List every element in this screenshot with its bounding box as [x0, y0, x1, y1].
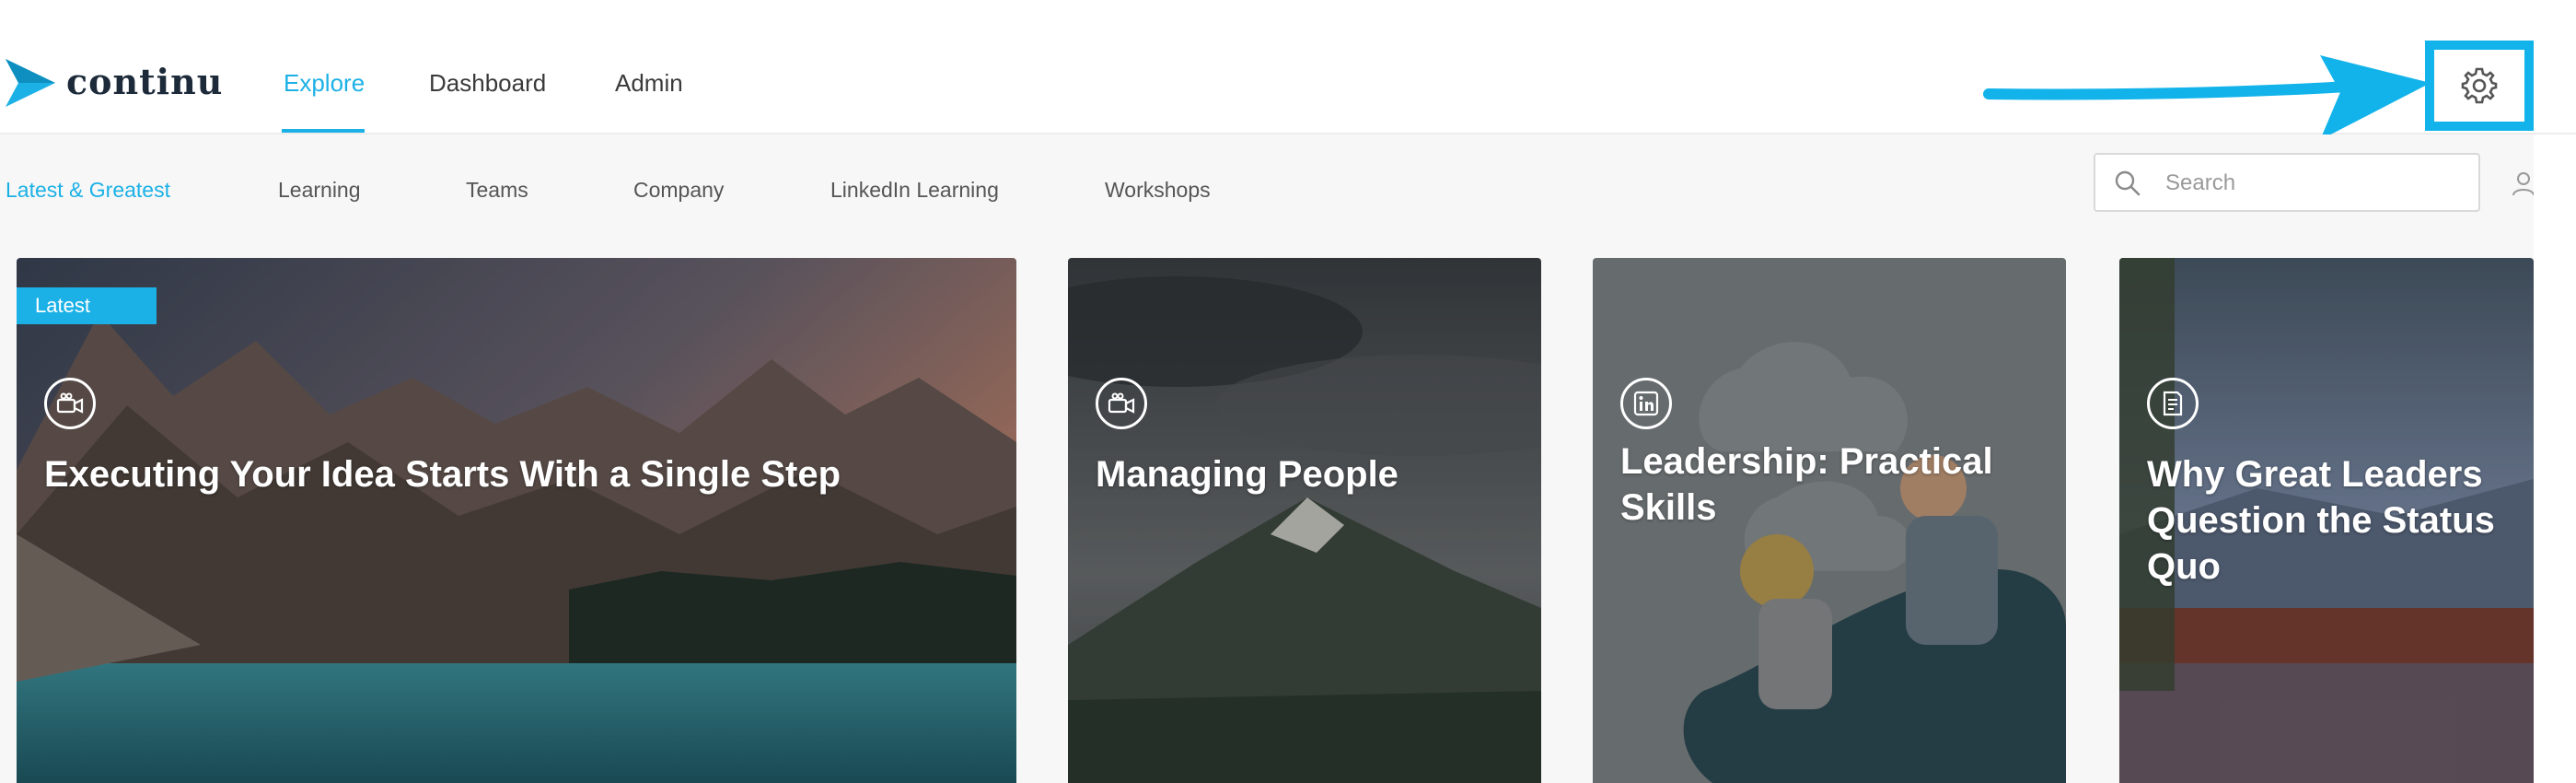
card-overlay	[1068, 258, 1541, 783]
linkedin-icon	[1620, 378, 1672, 429]
tab-workshops[interactable]: Workshops	[1105, 175, 1211, 205]
page-edge	[2534, 134, 2576, 783]
settings-button[interactable]	[2425, 41, 2534, 131]
gear-icon	[2461, 67, 2498, 104]
search-input[interactable]	[2164, 164, 2462, 203]
search-icon	[2115, 170, 2141, 196]
nav-admin[interactable]: Admin	[615, 64, 683, 101]
latest-badge: Latest	[17, 287, 157, 324]
active-nav-indicator	[282, 129, 365, 133]
app-logo[interactable]: continu	[6, 59, 222, 107]
video-icon	[1096, 378, 1147, 429]
card-overlay	[17, 258, 1016, 783]
card-title: Why Great Leaders Question the Status Qu…	[2147, 454, 2495, 587]
video-icon	[44, 378, 96, 429]
content-card[interactable]: Managing People	[1068, 258, 1541, 783]
nav-dashboard[interactable]: Dashboard	[429, 64, 546, 101]
card-title: Executing Your Idea Starts With a Single…	[44, 454, 841, 495]
tab-linkedin-learning[interactable]: LinkedIn Learning	[830, 175, 999, 205]
content-card[interactable]: Latest Executing Your Idea Starts With a…	[17, 258, 1016, 783]
tab-latest-greatest[interactable]: Latest & Greatest	[6, 175, 170, 205]
tab-learning[interactable]: Learning	[278, 175, 361, 205]
search-box[interactable]	[2094, 153, 2480, 212]
logo-mark-icon	[6, 59, 55, 107]
card-title: Managing People	[1096, 454, 1398, 495]
card-title: Leadership: Practical Skills	[1620, 441, 1993, 528]
content-card[interactable]: Why Great Leaders Question the Status Qu…	[2119, 258, 2534, 783]
tab-teams[interactable]: Teams	[466, 175, 528, 205]
tab-company[interactable]: Company	[633, 175, 724, 205]
content-card[interactable]: Leadership: Practical Skills	[1593, 258, 2066, 783]
logo-text: continu	[66, 61, 224, 102]
article-icon	[2147, 378, 2199, 429]
nav-explore[interactable]: Explore	[284, 64, 365, 101]
